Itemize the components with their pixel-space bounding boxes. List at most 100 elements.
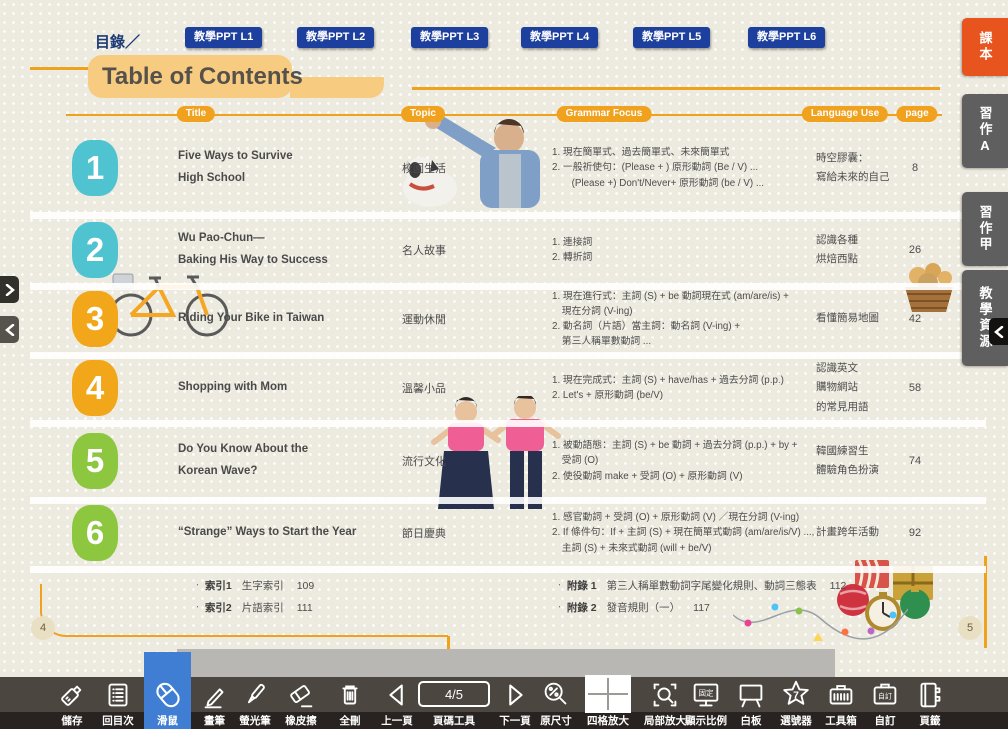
ppt-button-l5[interactable]: 教學PPT L5 — [633, 27, 710, 48]
appendix-item: ‧ 附錄 1 第三人稱單數動詞字尾變化規則、動詞三態表 112 — [558, 578, 846, 593]
toolbar-label: 儲存 — [62, 712, 83, 729]
unit-page-number: 8 — [894, 124, 936, 212]
unit-title: Wu Pao-Chun— Baking His Way to Success — [178, 219, 383, 281]
unit-title: Five Ways to Survive High School — [178, 124, 383, 212]
custom-box-icon: 自訂 — [868, 678, 902, 712]
index-item: ‧索引1生字索引109 — [196, 578, 314, 593]
custom-tools-button[interactable]: 自訂 自訂 — [862, 677, 908, 729]
eraser-tool-button[interactable]: 橡皮擦 — [278, 677, 324, 729]
page-tabs-button[interactable]: 頁籤 — [907, 677, 953, 729]
appendix-label: 附錄 1 — [567, 580, 597, 592]
partial-zoom-icon — [648, 678, 682, 712]
left-panel-collapse-button[interactable] — [0, 316, 19, 343]
back-to-toc-button[interactable]: 回目次 — [95, 677, 141, 729]
pen-tool-button[interactable]: 畫筆 — [192, 677, 237, 729]
side-tab-workbook-jia[interactable]: 習作甲 — [962, 192, 1008, 266]
trash-icon — [333, 678, 367, 712]
header-right-rule — [412, 87, 940, 90]
unit-grammar-focus: 1. 連接詞 2. 轉折詞 — [552, 219, 840, 281]
unit-grammar-focus: 1. 現在完成式：主詞 (S) + have/has + 過去分詞 (p.p.)… — [552, 357, 840, 419]
unit-grammar-focus: 1. 被動語態：主詞 (S) + be 動詞 + 過去分詞 (p.p.) + b… — [552, 426, 840, 496]
toolbar-label: 白板 — [741, 712, 762, 729]
ppt-button-l1[interactable]: 教學PPT L1 — [185, 27, 262, 48]
unit-page-number: 74 — [894, 426, 936, 496]
toolbox-button[interactable]: 工具箱 — [818, 677, 864, 729]
chevron-left-icon — [5, 324, 15, 336]
table-row: 4 Shopping with Mom 溫馨小品 1. 現在完成式：主詞 (S)… — [0, 357, 1008, 419]
left-panel-expand-button[interactable] — [0, 276, 19, 303]
ppt-button-l6[interactable]: 教學PPT L6 — [748, 27, 825, 48]
bullet: ‧ — [558, 580, 561, 590]
prev-arrow-icon — [380, 678, 414, 712]
save-button[interactable]: 儲存 — [49, 677, 95, 729]
mouse-tool-button[interactable]: 滑鼠 — [144, 677, 191, 729]
four-grid-zoom-button[interactable]: 四格放大 — [585, 677, 631, 729]
row-separator — [30, 212, 986, 219]
toolbar-label: 自訂 — [875, 712, 896, 729]
toolbar-label: 四格放大 — [587, 712, 629, 729]
index-label: 索引2 — [205, 602, 232, 614]
active-tool-highlight — [144, 652, 191, 678]
unit-topic: 節日慶典 — [383, 501, 465, 565]
toolbar-label: 頁碼工具 — [433, 712, 475, 729]
table-row: 1 Five Ways to Survive High School 校園生活 … — [0, 124, 1008, 212]
unit-page-number: 58 — [894, 357, 936, 419]
table-row: 2 Wu Pao-Chun— Baking His Way to Success… — [0, 219, 1008, 281]
toc-list-icon — [101, 678, 135, 712]
fixed-badge: 固定 — [698, 687, 714, 697]
row-separator — [30, 566, 986, 573]
index-text: 片語索引 — [242, 602, 284, 614]
unit-topic: 流行文化 — [383, 426, 465, 496]
four-grid-icon — [585, 675, 631, 713]
toolbar-label: 局部放大 — [644, 712, 686, 729]
whiteboard-button[interactable]: 白板 — [728, 677, 774, 729]
toolbar-label: 上一頁 — [381, 712, 413, 729]
highlighter-icon — [238, 678, 272, 712]
unit-topic: 名人故事 — [383, 219, 465, 281]
ppt-button-l3[interactable]: 教學PPT L3 — [411, 27, 488, 48]
side-tab-textbook[interactable]: 課本 — [962, 18, 1008, 76]
page-number-left: 4 — [31, 616, 55, 640]
page-indicator-tool[interactable]: 4/5 頁碼工具 — [416, 677, 492, 729]
unit-grammar-focus: 1. 現在簡單式、過去簡單式、未來簡單式 2. 一般祈使句：(Please + … — [552, 124, 840, 212]
unit-number-badge: 3 — [72, 291, 118, 347]
appendix-label: 附錄 2 — [567, 602, 597, 614]
toolbar-label: 下一頁 — [499, 712, 531, 729]
column-header-topic: Topic — [401, 106, 445, 122]
ppt-button-l4[interactable]: 教學PPT L4 — [521, 27, 598, 48]
title-band-tail — [290, 77, 384, 98]
page-title: Table of Contents — [88, 55, 292, 98]
toolbar-label: 回目次 — [102, 712, 134, 729]
bullet: ‧ — [558, 602, 561, 612]
appendix-text: 第三人稱單數動詞字尾變化規則、動詞三態表 — [607, 580, 817, 592]
unit-title: “Strange” Ways to Start the Year — [178, 501, 383, 565]
actual-size-button[interactable]: 原尺寸 — [533, 677, 579, 729]
side-tab-workbook-a[interactable]: 習作A — [962, 94, 1008, 168]
page-scroll-strip[interactable] — [177, 649, 835, 677]
breadcrumb: 目錄／ — [95, 31, 140, 52]
right-panel-collapse-button[interactable] — [989, 318, 1008, 345]
custom-badge: 自訂 — [878, 691, 892, 700]
eraser-icon — [284, 678, 318, 712]
next-page-button[interactable]: 下一頁 — [492, 677, 538, 729]
number-picker-button[interactable]: 7 選號器 — [773, 677, 819, 729]
index-label: 索引1 — [205, 580, 232, 592]
previous-page-button[interactable]: 上一頁 — [374, 677, 420, 729]
table-row: 6 “Strange” Ways to Start the Year 節日慶典 … — [0, 501, 1008, 565]
appendix-page: 112 — [830, 580, 847, 592]
highlighter-tool-button[interactable]: 螢光筆 — [232, 677, 278, 729]
unit-grammar-focus: 1. 現在進行式：主詞 (S) + be 動詞現在式 (am/are/is) +… — [552, 287, 840, 351]
page-indicator[interactable]: 4/5 — [418, 681, 490, 707]
table-row: 5 Do You Know About the Korean Wave? 流行文… — [0, 426, 1008, 496]
toolbar-label: 滑鼠 — [157, 712, 178, 729]
bullet: ‧ — [196, 602, 199, 612]
ppt-button-l2[interactable]: 教學PPT L2 — [297, 27, 374, 48]
star-number-icon: 7 — [779, 678, 813, 712]
display-ratio-button[interactable]: 固定 顯示比例 — [682, 677, 730, 729]
index-text: 生字索引 — [242, 580, 284, 592]
column-header-page: page — [896, 106, 937, 122]
bullet: ‧ — [196, 580, 199, 590]
delete-all-button[interactable]: 全刪 — [327, 677, 373, 729]
column-header-grammar-focus: Grammar Focus — [557, 106, 652, 122]
toolbar-label: 橡皮擦 — [285, 712, 317, 729]
